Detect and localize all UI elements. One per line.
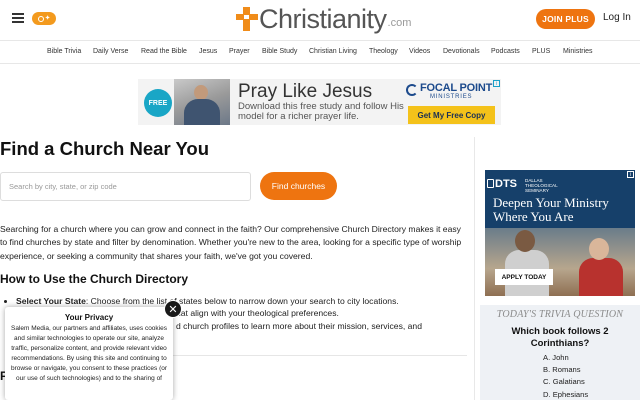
ad-info-icon[interactable]: i bbox=[627, 171, 634, 178]
list-item: Select Your State: Choose from the list … bbox=[16, 294, 468, 308]
hamburger-menu-icon[interactable] bbox=[12, 13, 24, 23]
get-free-copy-button[interactable]: Get My Free Copy bbox=[408, 106, 495, 124]
sidebar-ad-brand: DTS bbox=[495, 178, 517, 190]
nav-item-ministries[interactable]: Ministries bbox=[563, 48, 593, 55]
top-ad-banner[interactable]: FREE Pray Like Jesus Download this free … bbox=[138, 79, 501, 125]
sidebar-ad-headline: Deepen Your Ministry Where You Are bbox=[493, 195, 609, 224]
find-churches-button[interactable]: Find churches bbox=[260, 172, 337, 200]
nav-item-bible-trivia[interactable]: Bible Trivia bbox=[47, 48, 81, 55]
privacy-notice: Your Privacy Salem Media, our partners a… bbox=[5, 307, 173, 400]
cross-logo-icon bbox=[236, 7, 258, 31]
sidebar-ad-brand-sub: DALLAS THEOLOGICAL SEMINARY bbox=[525, 178, 558, 194]
trivia-question: Which book follows 2 Corinthians? bbox=[511, 326, 609, 349]
ad-subtitle: Download this free study and follow His … bbox=[238, 101, 404, 122]
focal-point-logo-icon bbox=[406, 84, 418, 96]
nav-item-devotionals[interactable]: Devotionals bbox=[443, 48, 480, 55]
main-nav: Bible Trivia Daily Verse Read the Bible … bbox=[0, 40, 640, 64]
privacy-body: Salem Media, our partners and affiliates… bbox=[10, 325, 168, 382]
nav-item-jesus[interactable]: Jesus bbox=[199, 48, 217, 55]
page-title: Find a Church Near You bbox=[0, 138, 210, 159]
list-item-text-partial: d church profiles to learn more about th… bbox=[176, 321, 422, 331]
nav-item-plus[interactable]: PLUS bbox=[532, 48, 550, 55]
privacy-title: Your Privacy bbox=[64, 313, 114, 322]
ad-info-icon[interactable]: i bbox=[493, 80, 500, 87]
site-header: ✦ Christianity .com JOIN PLUS Log In bbox=[0, 0, 640, 40]
nav-item-prayer[interactable]: Prayer bbox=[229, 48, 250, 55]
apply-today-button[interactable]: APPLY TODAY bbox=[495, 269, 553, 285]
nav-item-daily-verse[interactable]: Daily Verse bbox=[93, 48, 128, 55]
trivia-label: TODAY'S TRIVIA QUESTION bbox=[496, 309, 624, 320]
praying-man-image bbox=[174, 79, 230, 125]
trivia-options: A. John B. Romans C. Galatians D. Ephesi… bbox=[543, 352, 588, 400]
logo-suffix: .com bbox=[387, 17, 412, 29]
nav-item-theology[interactable]: Theology bbox=[369, 48, 398, 55]
nav-item-videos[interactable]: Videos bbox=[409, 48, 430, 55]
nav-item-christian-living[interactable]: Christian Living bbox=[309, 48, 357, 55]
list-item-text: : Choose from the list of states below t… bbox=[85, 296, 399, 306]
trivia-widget: TODAY'S TRIVIA QUESTION Which book follo… bbox=[480, 305, 640, 400]
column-divider bbox=[474, 137, 475, 400]
trivia-option[interactable]: A. John bbox=[543, 352, 588, 364]
nav-item-podcasts[interactable]: Podcasts bbox=[491, 48, 520, 55]
nav-item-read-the-bible[interactable]: Read the Bible bbox=[141, 48, 187, 55]
trivia-option[interactable]: D. Ephesians bbox=[543, 389, 588, 400]
section-divider bbox=[173, 355, 467, 356]
sidebar-ad[interactable]: DTS DALLAS THEOLOGICAL SEMINARY Deepen Y… bbox=[485, 170, 635, 296]
list-item-label: Select Your State bbox=[16, 296, 86, 306]
sidebar-ad-photo bbox=[485, 228, 635, 296]
trivia-option[interactable]: C. Galatians bbox=[543, 376, 588, 388]
login-link[interactable]: Log In bbox=[603, 12, 631, 23]
ad-brand-sub: MINISTRIES bbox=[430, 94, 473, 100]
intro-paragraph: Searching for a church where you can gro… bbox=[0, 224, 462, 261]
free-badge: FREE bbox=[144, 89, 172, 117]
logo-text: Christianity bbox=[259, 4, 387, 34]
list-item-text-partial: hat align with your theological preferen… bbox=[176, 308, 339, 318]
search-icon[interactable]: ✦ bbox=[32, 12, 56, 25]
nav-item-bible-study[interactable]: Bible Study bbox=[262, 48, 297, 55]
trivia-option[interactable]: B. Romans bbox=[543, 364, 588, 376]
join-plus-button[interactable]: JOIN PLUS bbox=[536, 9, 595, 29]
how-to-heading: How to Use the Church Directory bbox=[0, 272, 189, 286]
how-to-list: Select Your State: Choose from the list … bbox=[16, 294, 468, 308]
dts-logo-icon bbox=[487, 179, 494, 188]
site-logo[interactable]: Christianity .com bbox=[236, 5, 411, 33]
close-icon[interactable]: ✕ bbox=[164, 300, 182, 318]
ad-brand: FOCAL POINT bbox=[420, 82, 493, 94]
ad-title: Pray Like Jesus bbox=[238, 81, 373, 102]
church-search-input[interactable] bbox=[0, 172, 251, 201]
